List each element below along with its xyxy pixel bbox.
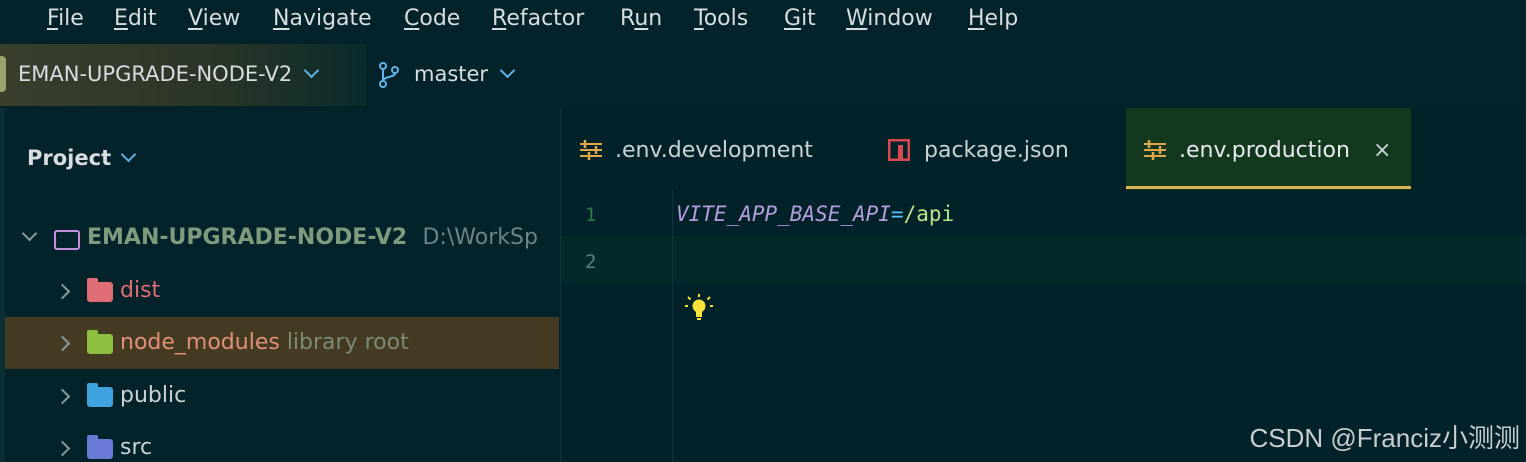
expand-arrow-icon[interactable]	[54, 283, 71, 300]
tree-item-label: dist	[120, 278, 161, 303]
tab-label[interactable]: .env.development	[615, 138, 813, 163]
expand-arrow-icon[interactable]	[21, 225, 38, 242]
tab-label[interactable]: .env.production	[1179, 138, 1350, 163]
project-view-selector[interactable]: Project	[27, 146, 137, 170]
menu-run[interactable]: Run	[620, 6, 662, 31]
project-badge-icon	[0, 56, 6, 92]
current-line-highlight	[561, 236, 1526, 283]
expand-arrow-icon[interactable]	[54, 335, 71, 352]
tree-item-dist[interactable]: dist	[5, 265, 559, 317]
npm-icon	[888, 139, 910, 161]
root-folder-label: EMAN-UPGRADE-NODE-V2 D:\WorkSp	[87, 225, 538, 250]
watermark-text: CSDN @Franciz小测测	[1249, 423, 1520, 453]
line-number: 2	[585, 251, 597, 273]
chevron-down-icon	[499, 62, 516, 79]
menu-code[interactable]: Code	[404, 6, 460, 31]
git-branch-icon[interactable]	[378, 62, 400, 88]
tree-item-label: src	[120, 435, 153, 460]
branch-switcher[interactable]: master	[414, 62, 516, 86]
menu-view[interactable]: View	[188, 6, 240, 31]
node-modules-folder-icon	[87, 330, 113, 354]
tree-root-row[interactable]: EMAN-UPGRADE-NODE-V2 D:\WorkSp	[5, 212, 559, 264]
code-line-1[interactable]: VITE_APP_BASE_API=/api	[676, 202, 954, 226]
project-switcher-label[interactable]: EMAN-UPGRADE-NODE-V2	[18, 62, 320, 86]
tab-label[interactable]: package.json	[924, 138, 1069, 163]
tree-item-public[interactable]: public	[5, 370, 559, 422]
active-tab-indicator	[1126, 186, 1411, 189]
lightbulb-icon[interactable]	[684, 292, 714, 322]
expand-arrow-icon[interactable]	[54, 440, 71, 457]
menu-edit[interactable]: Edit	[114, 6, 157, 31]
env-settings-icon	[1144, 140, 1166, 160]
env-settings-icon	[580, 140, 602, 160]
gutter-divider	[672, 190, 673, 462]
tree-item-src[interactable]: src	[5, 422, 559, 462]
line-number: 1	[585, 204, 597, 226]
menu-navigate[interactable]: Navigate	[273, 6, 372, 31]
menu-tools[interactable]: Tools	[694, 6, 748, 31]
tree-item-label: node_modules library root	[120, 330, 409, 355]
tree-item-label: public	[120, 383, 187, 408]
menu-git[interactable]: Git	[784, 6, 816, 31]
menu-window[interactable]: Window	[846, 6, 933, 31]
expand-arrow-icon[interactable]	[54, 388, 71, 405]
menu-file[interactable]: File	[47, 6, 84, 31]
close-tab-icon[interactable]: ×	[1373, 138, 1391, 163]
public-folder-icon	[87, 383, 113, 407]
tree-item-node-modules[interactable]: node_modules library root	[5, 317, 559, 369]
chevron-down-icon	[120, 146, 137, 163]
menu-bar: File Edit View Navigate Code Refactor Ru…	[0, 0, 1526, 42]
dist-folder-icon	[87, 278, 113, 302]
chevron-down-icon	[303, 62, 320, 79]
project-folder-icon	[54, 230, 80, 250]
source-folder-icon	[87, 435, 113, 459]
menu-help[interactable]: Help	[968, 6, 1018, 31]
menu-refactor[interactable]: Refactor	[492, 6, 584, 31]
